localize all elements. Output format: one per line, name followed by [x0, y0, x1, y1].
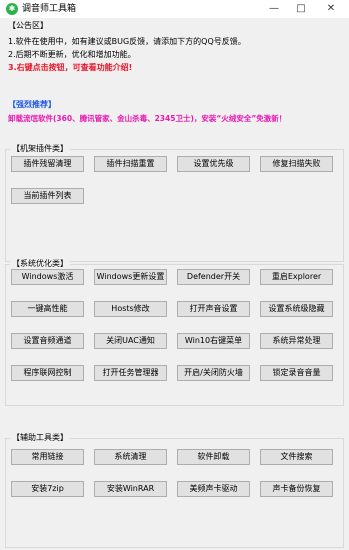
- fix-scan-failure-button[interactable]: 修复扫描失败: [260, 156, 333, 172]
- main-content: 【公告区】 1.软件在使用中，如有建议或BUG反馈，请添加下方的QQ号反馈。 2…: [0, 18, 349, 550]
- network-control-button[interactable]: 程序联网控制: [11, 365, 84, 381]
- recommend-text: 卸载流氓软件(360、腾讯管家、金山杀毒、2345卫士)，安装“火绒安全”免激新…: [8, 114, 287, 123]
- plugins-group-title: 【机架插件类】: [10, 143, 70, 155]
- open-task-manager-button[interactable]: 打开任务管理器: [94, 365, 167, 381]
- install-7zip-button[interactable]: 安装7zip: [11, 481, 84, 497]
- defender-toggle-button[interactable]: Defender开关: [177, 269, 250, 285]
- win10-context-menu-button[interactable]: Win10右键菜单: [177, 333, 250, 349]
- current-plugin-list-button[interactable]: 当前插件列表: [11, 188, 84, 204]
- system-hidden-setting-button[interactable]: 设置系统级隐藏: [260, 301, 333, 317]
- app-icon: ✱: [6, 3, 18, 15]
- window-title: 调音师工具箱: [22, 4, 77, 14]
- audio-channel-setting-button[interactable]: 设置音频通道: [11, 333, 84, 349]
- system-clean-button[interactable]: 系统清理: [94, 449, 167, 465]
- close-button[interactable]: ✕: [318, 1, 344, 17]
- restart-explorer-button[interactable]: 重启Explorer: [260, 269, 333, 285]
- disable-uac-button[interactable]: 关闭UAC通知: [94, 333, 167, 349]
- minimize-button[interactable]: —: [261, 1, 287, 17]
- soundcard-backup-restore-button[interactable]: 声卡备份恢复: [260, 481, 333, 497]
- lock-recording-volume-button[interactable]: 锁定录音音量: [260, 365, 333, 381]
- notice-line-3: 3.右键点击按钮，可查看功能介绍!: [8, 63, 133, 72]
- maximize-button[interactable]: □: [288, 1, 314, 17]
- system-group: 【系统优化类】 Windows激活 Windows更新设置 Defender开关…: [5, 258, 344, 406]
- install-winrar-button[interactable]: 安装WinRAR: [94, 481, 167, 497]
- notice-area: 【公告区】 1.软件在使用中，如有建议或BUG反馈，请添加下方的QQ号反馈。 2…: [4, 20, 346, 136]
- windows-update-settings-button[interactable]: Windows更新设置: [94, 269, 167, 285]
- plugins-group: 【机架插件类】 插件残留清理 插件扫描重置 设置优先级 修复扫描失败 当前插件列…: [5, 143, 344, 262]
- soundcard-driver-button[interactable]: 美频声卡驱动: [177, 481, 250, 497]
- tools-group-title: 【辅助工具类】: [10, 432, 70, 444]
- notice-header: 【公告区】: [8, 21, 48, 30]
- common-links-button[interactable]: 常用链接: [11, 449, 84, 465]
- notice-line-2: 2.后期不断更新，优化和增加功能。: [8, 50, 136, 59]
- open-sound-settings-button[interactable]: 打开声音设置: [177, 301, 250, 317]
- firewall-toggle-button[interactable]: 开启/关闭防火墙: [177, 365, 250, 381]
- windows-activate-button[interactable]: Windows激活: [11, 269, 84, 285]
- plugin-scan-reset-button[interactable]: 插件扫描重置: [94, 156, 167, 172]
- title-bar: ✱ 调音师工具箱 — □ ✕: [0, 0, 349, 18]
- recommend-header: 【强烈推荐】: [8, 100, 56, 109]
- hosts-edit-button[interactable]: Hosts修改: [94, 301, 167, 317]
- software-uninstall-button[interactable]: 软件卸载: [177, 449, 250, 465]
- high-performance-button[interactable]: 一键高性能: [11, 301, 84, 317]
- file-search-button[interactable]: 文件搜索: [260, 449, 333, 465]
- set-priority-button[interactable]: 设置优先级: [177, 156, 250, 172]
- tools-group: 【辅助工具类】 常用链接 系统清理 软件卸载 文件搜索 安装7zip 安装Win…: [5, 432, 344, 548]
- notice-line-1: 1.软件在使用中，如有建议或BUG反馈，请添加下方的QQ号反馈。: [8, 37, 246, 46]
- plugin-residue-clean-button[interactable]: 插件残留清理: [11, 156, 84, 172]
- system-error-fix-button[interactable]: 系统异常处理: [260, 333, 333, 349]
